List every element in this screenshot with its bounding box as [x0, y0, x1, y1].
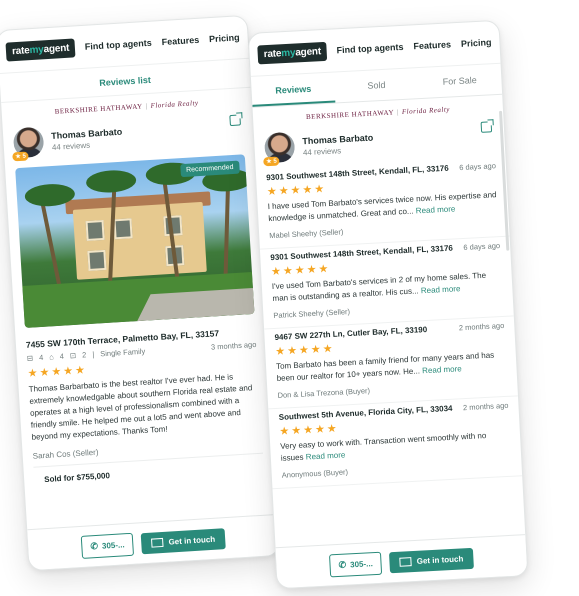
agent-review-count: 44 reviews	[51, 140, 91, 152]
call-button[interactable]: ✆ 305-...	[329, 551, 383, 577]
nav-find-agents[interactable]: Find top agents	[336, 42, 403, 55]
rating-badge: ★ 5	[263, 156, 280, 167]
contact-footer: ✆ 305-... Get in touch	[27, 513, 280, 571]
nav-links: Find top agents Features Pricing	[85, 32, 240, 51]
read-more-link[interactable]: Read more	[422, 364, 462, 375]
get-in-touch-button[interactable]: Get in touch	[389, 547, 474, 573]
nav-links: Find top agents Features Pricing	[336, 37, 491, 55]
property-photo[interactable]: Recommended	[15, 154, 255, 328]
nav-find-agents[interactable]: Find top agents	[85, 38, 152, 52]
contact-footer: ✆ 305-... Get in touch	[275, 534, 528, 589]
call-button[interactable]: ✆ 305-...	[80, 532, 135, 559]
review-item: 9301 Southwest 148th Street, Kendall, FL…	[255, 156, 510, 250]
mail-icon	[151, 537, 164, 548]
review-time: 6 days ago	[463, 241, 501, 252]
review-item: Southwest 5th Avenue, Florida City, FL, …	[268, 396, 523, 490]
review-item: 9301 Southwest 148th Street, Kendall, FL…	[259, 236, 514, 330]
external-link-icon[interactable]	[480, 121, 493, 133]
external-link-icon[interactable]	[229, 114, 241, 127]
review-list: 9301 Southwest 148th Street, Kendall, FL…	[255, 156, 523, 490]
house-facade	[72, 201, 207, 280]
nav-features[interactable]: Features	[413, 39, 451, 51]
phone-icon: ✆	[338, 559, 347, 570]
get-in-touch-button[interactable]: Get in touch	[140, 527, 226, 554]
read-more-link[interactable]: Read more	[306, 450, 346, 461]
left-phone-screen: ratemyagent Find top agents Features Pri…	[0, 14, 281, 572]
mail-icon	[399, 556, 412, 567]
tab-reviews[interactable]: Reviews	[250, 72, 336, 107]
nav-features[interactable]: Features	[161, 35, 199, 47]
property-type: Single Family	[99, 346, 146, 359]
nav-pricing[interactable]: Pricing	[461, 37, 492, 49]
review-time: 3 months ago	[210, 339, 257, 352]
car-icon: ⊡	[69, 350, 77, 361]
agent-review-count: 44 reviews	[302, 145, 342, 157]
brand-logo[interactable]: ratemyagent	[257, 41, 328, 64]
read-more-link[interactable]: Read more	[416, 204, 456, 215]
read-more-link[interactable]: Read more	[421, 284, 461, 295]
bed-icon: ⊟	[26, 353, 34, 363]
phone-icon: ✆	[90, 540, 99, 551]
tab-sold[interactable]: Sold	[334, 68, 419, 102]
review-time: 2 months ago	[458, 320, 505, 333]
right-phone-screen: ratemyagent Find top agents Features Pri…	[247, 19, 529, 590]
avatar: ★ 5	[12, 126, 45, 162]
rating-badge: ★ 5	[12, 151, 30, 162]
avatar: ★ 5	[263, 131, 296, 167]
tab-for-sale[interactable]: For Sale	[417, 64, 502, 98]
bath-icon: ⌂	[48, 352, 55, 362]
review-item: 9467 SW 227th Ln, Cutler Bay, FL, 33190 2…	[264, 316, 518, 410]
nav-pricing[interactable]: Pricing	[209, 32, 240, 44]
review-time: 2 months ago	[462, 400, 509, 413]
brand-logo[interactable]: ratemyagent	[5, 37, 76, 62]
review-time: 6 days ago	[458, 161, 497, 173]
